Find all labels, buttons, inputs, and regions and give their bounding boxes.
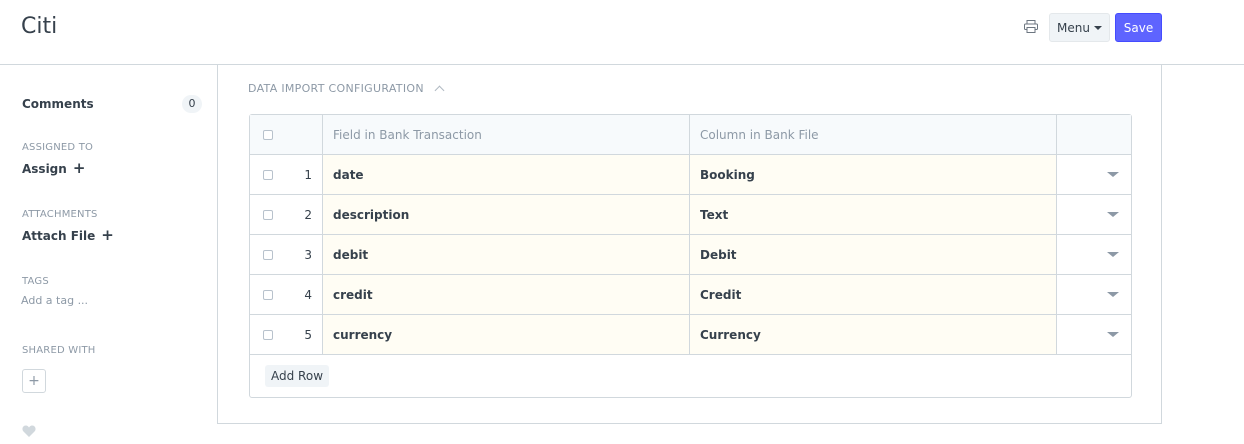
row-actions-cell bbox=[1056, 315, 1131, 354]
field-cell[interactable]: date bbox=[322, 155, 689, 194]
page-title: Citi bbox=[21, 14, 58, 39]
print-button[interactable] bbox=[1021, 16, 1041, 36]
sidebar: Comments 0 ASSIGNED TO Assign + ATTACHME… bbox=[0, 65, 217, 444]
shared-with-heading: SHARED WITH bbox=[22, 345, 96, 356]
dropdown-icon[interactable] bbox=[1107, 292, 1119, 297]
table-row[interactable]: 2 description Text bbox=[250, 195, 1131, 235]
row-checkbox[interactable] bbox=[263, 329, 273, 340]
plus-icon: + bbox=[28, 373, 40, 389]
bank-column-cell[interactable]: Currency bbox=[689, 315, 1056, 354]
row-actions-cell bbox=[1056, 195, 1131, 234]
attach-file-button[interactable]: Attach File + bbox=[22, 228, 114, 243]
dropdown-icon[interactable] bbox=[1107, 252, 1119, 257]
select-all-checkbox[interactable] bbox=[263, 129, 273, 140]
row-checkbox[interactable] bbox=[263, 249, 273, 260]
column-header-field: Field in Bank Transaction bbox=[322, 115, 689, 154]
comments-label: Comments bbox=[22, 97, 94, 111]
assign-button[interactable]: Assign + bbox=[22, 161, 85, 176]
row-actions-cell bbox=[1056, 155, 1131, 194]
table-row[interactable]: 3 debit Debit bbox=[250, 235, 1131, 275]
dropdown-icon[interactable] bbox=[1107, 172, 1119, 177]
assign-label: Assign bbox=[22, 161, 67, 176]
row-checkbox[interactable] bbox=[263, 169, 273, 180]
attach-file-label: Attach File bbox=[22, 228, 96, 243]
row-index: 3 bbox=[304, 247, 312, 262]
table-row[interactable]: 4 credit Credit bbox=[250, 275, 1131, 315]
dropdown-icon[interactable] bbox=[1107, 332, 1119, 337]
bank-column-cell[interactable]: Credit bbox=[689, 275, 1056, 314]
select-all-cell bbox=[250, 115, 286, 154]
add-share-button[interactable]: + bbox=[22, 369, 46, 393]
heart-icon[interactable] bbox=[22, 424, 36, 438]
bank-column-cell[interactable]: Booking bbox=[689, 155, 1056, 194]
field-cell[interactable]: debit bbox=[322, 235, 689, 274]
row-select-cell bbox=[250, 315, 286, 354]
plus-icon: + bbox=[72, 159, 86, 177]
index-header bbox=[286, 115, 322, 154]
row-index: 1 bbox=[304, 167, 312, 182]
table-header-row: Field in Bank Transaction Column in Bank… bbox=[250, 115, 1131, 155]
section-title: DATA IMPORT CONFIGURATION bbox=[248, 82, 424, 95]
row-select-cell bbox=[250, 155, 286, 194]
page-header: Citi Menu Save bbox=[0, 0, 1244, 65]
comments-link[interactable]: Comments 0 bbox=[22, 95, 202, 115]
field-cell[interactable]: currency bbox=[322, 315, 689, 354]
table-row[interactable]: 1 date Booking bbox=[250, 155, 1131, 195]
save-button[interactable]: Save bbox=[1115, 13, 1162, 42]
chevron-up-icon bbox=[434, 85, 445, 96]
bank-column-cell[interactable]: Debit bbox=[689, 235, 1056, 274]
plus-icon: + bbox=[101, 226, 114, 244]
print-icon bbox=[1024, 19, 1038, 33]
comments-count-badge: 0 bbox=[182, 95, 202, 113]
row-index: 4 bbox=[304, 287, 312, 302]
section-header-toggle[interactable]: DATA IMPORT CONFIGURATION bbox=[248, 82, 445, 96]
row-checkbox[interactable] bbox=[263, 209, 273, 220]
row-actions-cell bbox=[1056, 275, 1131, 314]
table-row[interactable]: 5 currency Currency bbox=[250, 315, 1131, 355]
menu-button[interactable]: Menu bbox=[1049, 13, 1110, 42]
row-actions-cell bbox=[1056, 235, 1131, 274]
mapping-table: Field in Bank Transaction Column in Bank… bbox=[249, 114, 1132, 398]
attachments-heading: ATTACHMENTS bbox=[22, 209, 98, 220]
row-select-cell bbox=[250, 195, 286, 234]
assigned-to-heading: ASSIGNED TO bbox=[22, 142, 94, 153]
row-checkbox[interactable] bbox=[263, 289, 273, 300]
column-header-bank-column: Column in Bank File bbox=[689, 115, 1056, 154]
dropdown-icon[interactable] bbox=[1107, 212, 1119, 217]
menu-button-label: Menu bbox=[1057, 20, 1090, 35]
bank-column-cell[interactable]: Text bbox=[689, 195, 1056, 234]
row-index: 5 bbox=[304, 327, 312, 342]
row-select-cell bbox=[250, 275, 286, 314]
caret-down-icon bbox=[1093, 25, 1102, 30]
tags-heading: TAGS bbox=[22, 276, 49, 287]
add-tag-input[interactable]: Add a tag ... bbox=[21, 294, 88, 307]
add-row-button[interactable]: Add Row bbox=[265, 365, 330, 387]
row-index: 2 bbox=[304, 207, 312, 222]
field-cell[interactable]: credit bbox=[322, 275, 689, 314]
actions-header bbox=[1056, 115, 1131, 154]
field-cell[interactable]: description bbox=[322, 195, 689, 234]
main-content: DATA IMPORT CONFIGURATION Field in Bank … bbox=[217, 65, 1162, 424]
row-select-cell bbox=[250, 235, 286, 274]
